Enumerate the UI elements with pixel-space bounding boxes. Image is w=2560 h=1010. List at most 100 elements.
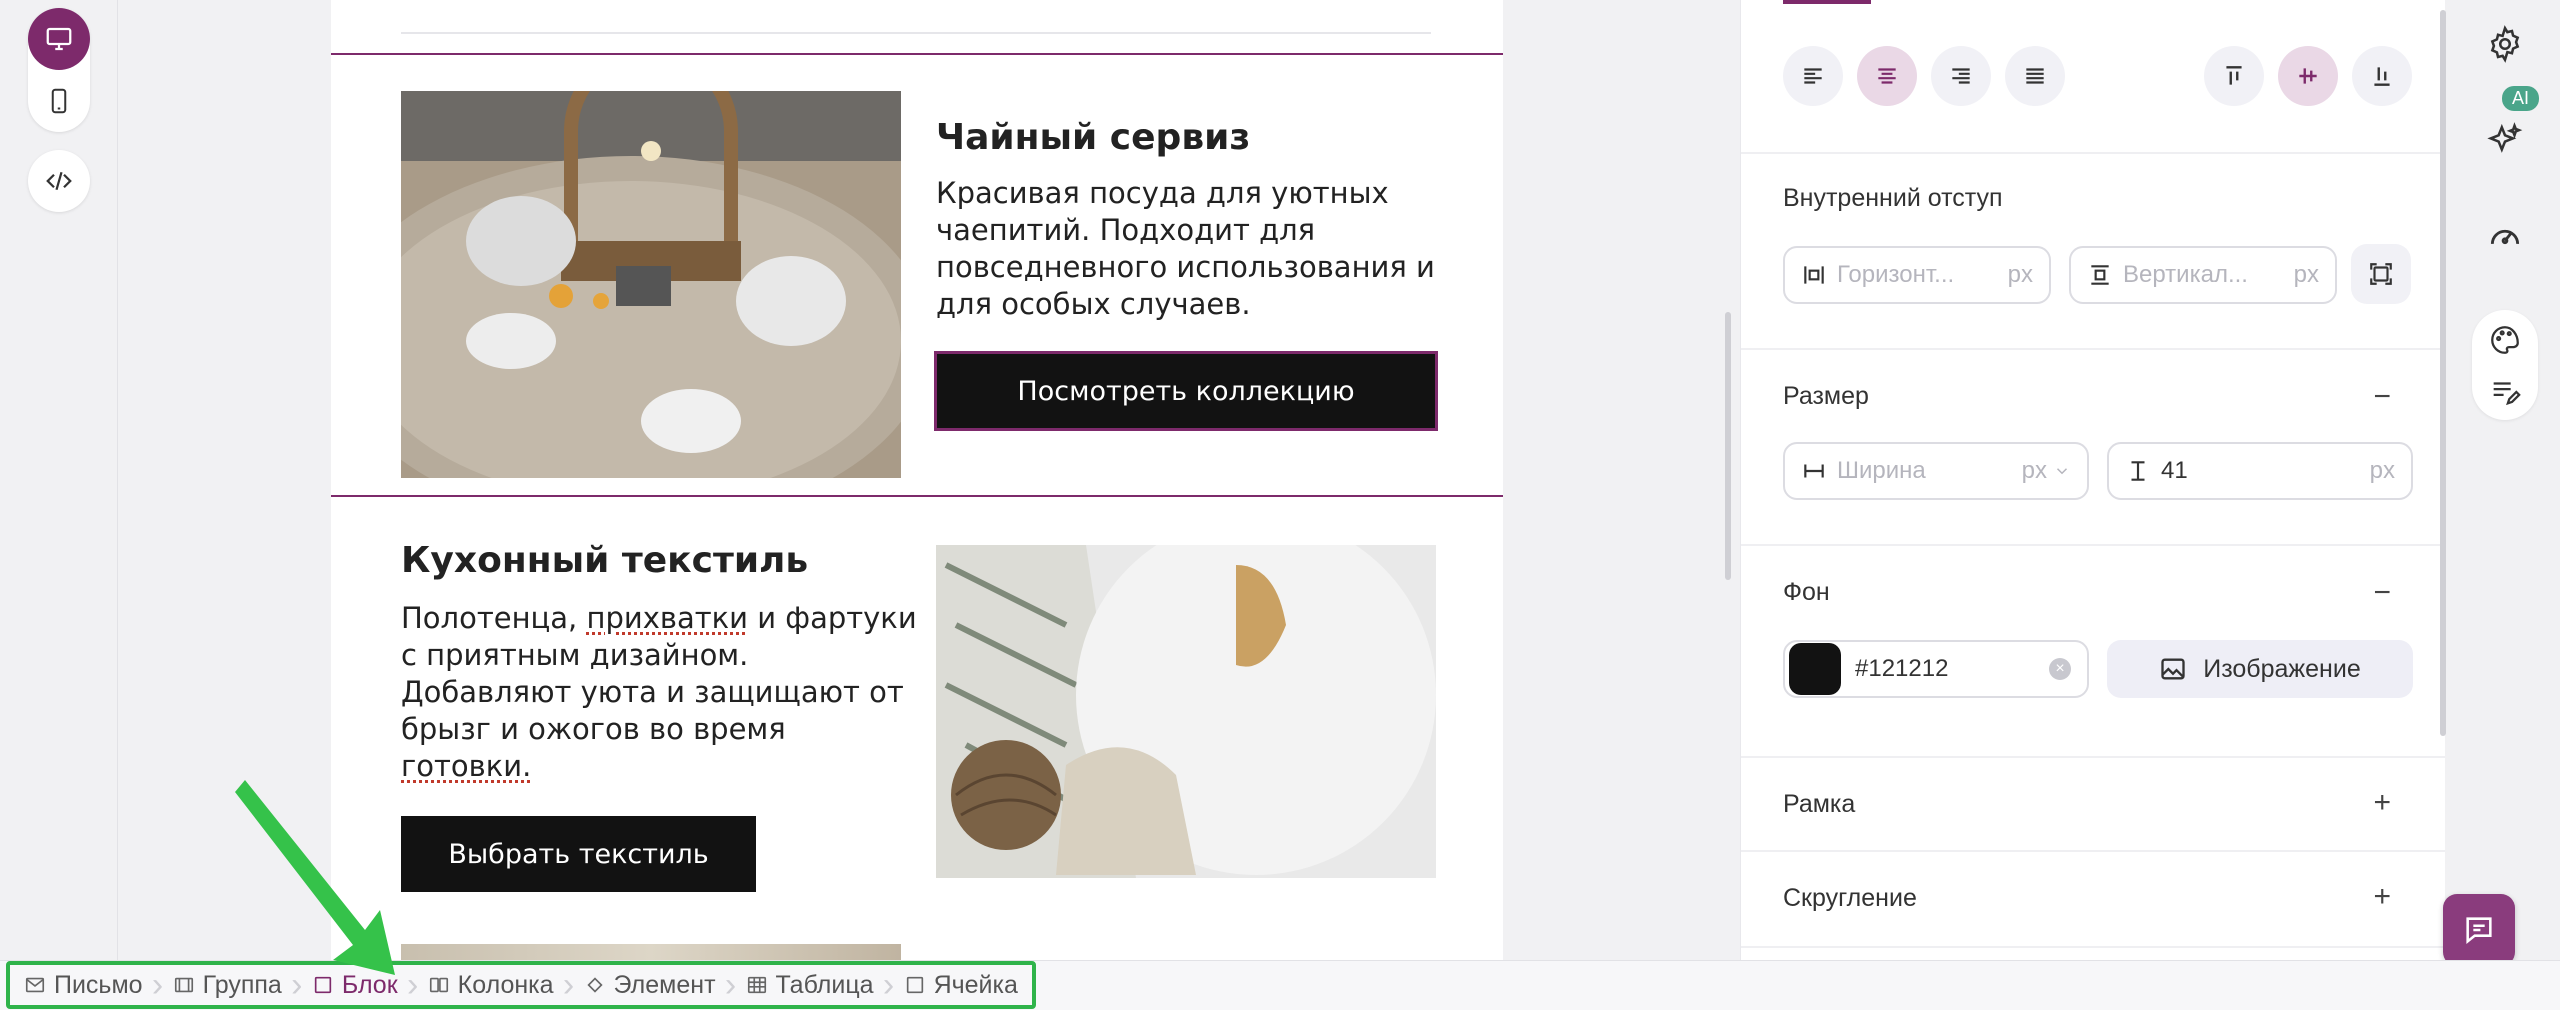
radius-section[interactable]: Скругление + [1741, 852, 2445, 948]
valign-bottom-icon [2374, 67, 2390, 86]
columns-icon [429, 977, 448, 993]
phone-icon [51, 88, 67, 114]
width-input[interactable]: Ширина px [1783, 442, 2089, 500]
block-title[interactable]: Кухонный текстиль [401, 540, 808, 581]
breadcrumb-label: Письмо [54, 970, 143, 999]
settings-button[interactable] [2475, 14, 2535, 74]
align-right-button[interactable] [1931, 46, 1991, 106]
content-block-selected[interactable]: Чайный сервиз Красивая посуда для уютных… [331, 53, 1503, 497]
spellcheck-word: готовки. [401, 749, 532, 783]
palette-icon [2491, 326, 2519, 354]
section-title: Фон [1783, 578, 1830, 606]
color-swatch[interactable] [1789, 643, 1841, 695]
expand-border-toggle[interactable]: + [2373, 788, 2391, 818]
height-icon [2131, 461, 2145, 481]
padding-individual-button[interactable] [2351, 244, 2411, 304]
size-section: Размер − Ширина px 41 px [1741, 350, 2445, 546]
desktop-view-button[interactable] [28, 8, 90, 70]
input-value: #121212 [1855, 655, 1949, 682]
breadcrumb-label: Колонка [457, 970, 554, 999]
expand-radius-toggle[interactable]: + [2373, 882, 2391, 912]
align-right-icon [1952, 68, 1970, 84]
input-placeholder: Горизонт... [1837, 261, 1955, 288]
align-left-icon [1804, 68, 1822, 84]
tea-set-photo [401, 91, 901, 478]
valign-top-button[interactable] [2204, 46, 2264, 106]
block-description[interactable]: Полотенца, прихватки и фартуки с приятны… [401, 600, 921, 785]
unit-dropdown[interactable]: px [2022, 457, 2047, 485]
breadcrumb-item-table[interactable]: Таблица [746, 965, 874, 1005]
theme-button[interactable] [2475, 310, 2535, 370]
valign-middle-icon [2299, 68, 2317, 84]
view-collection-button[interactable]: Посмотреть коллекцию [934, 351, 1438, 431]
panel-scrollbar[interactable] [2440, 10, 2446, 736]
group-icon [174, 977, 193, 993]
align-justify-button[interactable] [2005, 46, 2065, 106]
email-preview: Чайный сервиз Красивая посуда для уютных… [331, 0, 1503, 960]
monitor-icon [46, 27, 72, 51]
breadcrumb: Письмо › Группа › Блок › Колонка › Элеме… [6, 961, 1036, 1009]
annotation-arrow-icon [235, 780, 395, 975]
table-icon [747, 976, 766, 994]
unit-label: px [2007, 261, 2033, 288]
align-left-button[interactable] [1783, 46, 1843, 106]
performance-button[interactable] [2475, 206, 2535, 266]
choose-textile-button[interactable]: Выбрать текстиль [401, 816, 756, 892]
align-center-button[interactable] [1857, 46, 1917, 106]
text-line: повседневного использования и [936, 250, 1435, 284]
text-line: для особых случаев. [936, 287, 1251, 321]
breadcrumb-item-column[interactable]: Колонка [428, 965, 554, 1005]
device-switcher [28, 8, 90, 132]
align-justify-icon [2026, 68, 2044, 84]
code-view-button[interactable] [28, 150, 90, 212]
clear-icon[interactable]: × [2049, 658, 2071, 680]
mobile-view-button[interactable] [28, 70, 90, 132]
valign-top-icon [2226, 66, 2242, 85]
canvas-scrollbar[interactable] [1725, 312, 1731, 580]
section-title: Рамка [1783, 790, 1856, 818]
ai-assistant-button[interactable] [2475, 110, 2535, 170]
text-line: чаепитий. Подходит для [936, 213, 1316, 247]
left-rail [0, 0, 118, 960]
valign-bottom-button[interactable] [2352, 46, 2412, 106]
alignment-section [1741, 0, 2445, 154]
collapse-background-toggle[interactable]: − [2373, 578, 2391, 608]
border-section[interactable]: Рамка + [1741, 758, 2445, 852]
breadcrumb-label: Элемент [613, 970, 716, 999]
settings-panel: Внутренний отступ Горизонт... px Вертика… [1740, 0, 2445, 960]
breadcrumb-item-cell[interactable]: Ячейка [904, 965, 1018, 1005]
width-icon [1804, 464, 1824, 478]
gauge-icon [2490, 229, 2520, 245]
section-title: Размер [1783, 382, 1869, 410]
sparkle-icon [2487, 122, 2523, 153]
diamond-icon [586, 977, 603, 993]
background-section: Фон − #121212 × Изображение [1741, 546, 2445, 758]
text-styles-button[interactable] [2475, 362, 2535, 422]
button-label: Изображение [2203, 654, 2361, 683]
ai-badge: AI [2502, 86, 2540, 111]
tool-rail: AI [2450, 0, 2560, 960]
horizontal-padding-icon [1804, 266, 1824, 284]
block-title[interactable]: Чайный сервиз [936, 117, 1250, 158]
vertical-padding-input[interactable]: Вертикал... px [2069, 246, 2337, 304]
vertical-padding-icon [2091, 265, 2109, 285]
collapse-size-toggle[interactable]: − [2373, 382, 2391, 412]
height-input[interactable]: 41 px [2107, 442, 2413, 500]
gear-icon [2490, 25, 2520, 63]
block-description[interactable]: Красивая посуда для уютных чаепитий. Под… [936, 175, 1456, 323]
image-icon [2161, 658, 2185, 680]
background-image-button[interactable]: Изображение [2107, 640, 2413, 698]
breadcrumb-item-element[interactable]: Элемент [584, 965, 716, 1005]
color-input[interactable]: #121212 × [1783, 640, 2089, 698]
unit-label: px [2293, 261, 2319, 288]
chat-button[interactable] [2443, 894, 2515, 966]
breadcrumb-item-letter[interactable]: Письмо [24, 965, 143, 1005]
edit-list-icon [2493, 382, 2521, 406]
input-placeholder: Ширина [1837, 457, 1926, 484]
breadcrumb-separator: › [724, 965, 737, 1004]
horizontal-padding-input[interactable]: Горизонт... px [1783, 246, 2051, 304]
valign-middle-button[interactable] [2278, 46, 2338, 106]
text-fragment: и фартуки [747, 601, 917, 635]
breadcrumb-separator: › [562, 965, 575, 1004]
chevron-down-icon [2056, 468, 2068, 475]
